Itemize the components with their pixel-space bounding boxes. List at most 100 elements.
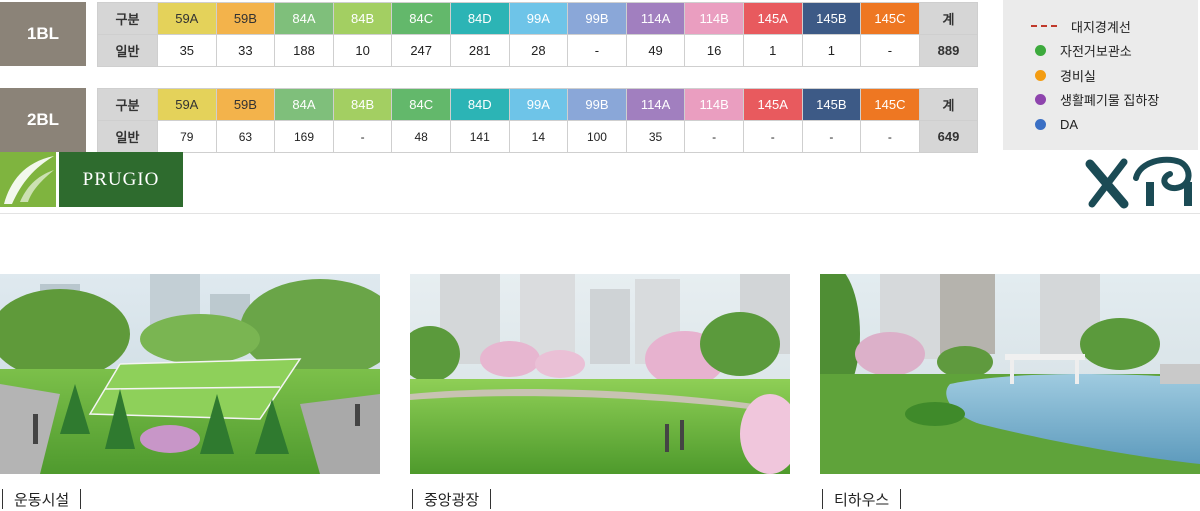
unit-count-cell: 100	[567, 120, 627, 153]
unit-count-cell: 141	[449, 120, 510, 153]
unit-count-cell: 35	[157, 34, 217, 67]
unit-count-cell: 247	[391, 34, 451, 67]
unit-type-cell: 99A	[508, 88, 569, 121]
unit-type-cell: 59A	[157, 2, 217, 35]
unit-table-1bl: 구분 59A 59B 84A 84B 84C 84D 99A 99B 114A 114B 145A 14…	[97, 2, 979, 67]
legend-label: 자전거보관소	[1060, 44, 1132, 60]
unit-type-cell: 84A	[274, 88, 334, 121]
unit-table-2bl: 구분 59A 59B 84A 84B 84C 84D 99A 99B 114A 114B 145A 14…	[97, 88, 979, 153]
total-header-cell: 계	[918, 2, 979, 35]
unit-type-cell: 114A	[625, 88, 686, 121]
caption-divider	[900, 489, 902, 509]
block-label-1bl: 1BL	[0, 2, 86, 66]
boundary-line-icon	[1031, 25, 1057, 28]
unit-count-cell: 79	[157, 120, 217, 153]
sports-facility-image	[0, 274, 380, 474]
caption-central-plaza: 중앙광장	[412, 487, 492, 511]
unit-type-cell: 114A	[625, 2, 686, 35]
unit-count-cell: 1	[742, 34, 803, 67]
unit-count-cell: 169	[274, 120, 334, 153]
unit-count-cell: -	[332, 120, 393, 153]
tea-house-image	[820, 274, 1200, 474]
table-header-row: 구분 59A 59B 84A 84B 84C 84D 99A 99B 114A 114B 145A 14…	[97, 88, 979, 121]
unit-type-cell: 99B	[567, 2, 627, 35]
unit-count-cell: 281	[449, 34, 510, 67]
prugio-leaf-icon	[0, 152, 56, 207]
prugio-wordmark: PRUGIO	[59, 152, 183, 207]
table-row: 일반 35 33 188 10 247 281 28-49 16 1 1-889	[97, 34, 979, 67]
unit-count-cell: 63	[215, 120, 276, 153]
table-row: 일반 79 63 169-48 141 14 100 35- - - -649	[97, 120, 979, 153]
unit-type-cell: 84C	[391, 2, 451, 35]
legend-dot-icon	[1035, 118, 1046, 130]
unit-type-cell: 59A	[157, 88, 217, 121]
caption-divider	[490, 489, 492, 509]
unit-type-cell: 84C	[391, 88, 451, 121]
total-header-cell: 계	[918, 88, 979, 121]
caption-text: 중앙광장	[424, 491, 480, 509]
table-header-cell: 구분	[97, 88, 158, 121]
unit-type-cell: 145C	[860, 2, 920, 35]
unit-count-cell: 14	[508, 120, 569, 153]
legend-dot-icon	[1035, 69, 1046, 81]
unit-count-cell: 49	[625, 34, 686, 67]
unit-count-cell: 33	[215, 34, 276, 67]
table-header-cell: 구분	[97, 2, 158, 35]
legend-label: 생활폐기물 집하장	[1060, 93, 1160, 109]
central-plaza-image	[410, 274, 790, 474]
legend-item: DA	[1035, 112, 1198, 137]
unit-count-cell: -	[684, 120, 744, 153]
unit-count-cell: -	[801, 120, 862, 153]
unit-count-cell: 48	[391, 120, 451, 153]
unit-type-cell: 59B	[215, 2, 276, 35]
legend-item: 자전거보관소	[1035, 39, 1198, 64]
total-value-cell: 649	[918, 120, 979, 153]
unit-type-cell: 114B	[684, 2, 744, 35]
legend-item: 대지경계선	[1031, 14, 1198, 39]
unit-type-cell: 145C	[860, 88, 920, 121]
legend-label: DA	[1060, 116, 1079, 132]
unit-type-cell: 84D	[449, 88, 510, 121]
legend-item: 생활폐기물 집하장	[1035, 88, 1198, 113]
unit-type-cell: 99A	[508, 2, 569, 35]
row-label-cell: 일반	[97, 34, 158, 67]
unit-type-cell: 84B	[332, 88, 393, 121]
caption-tea-house: 티하우스	[822, 487, 902, 511]
unit-count-cell: 10	[332, 34, 393, 67]
unit-type-cell: 99B	[567, 88, 627, 121]
row-label-cell: 일반	[97, 120, 158, 153]
unit-count-cell: 188	[274, 34, 334, 67]
unit-count-cell: -	[860, 34, 920, 67]
unit-count-cell: 35	[625, 120, 686, 153]
unit-type-cell: 84A	[274, 2, 334, 35]
unit-type-cell: 145B	[801, 2, 862, 35]
unit-type-cell: 84D	[449, 2, 510, 35]
caption-sports-facility: 운동시설	[2, 487, 82, 511]
unit-type-cell: 145B	[801, 88, 862, 121]
unit-type-cell: 114B	[684, 88, 744, 121]
legend-label: 대지경계선	[1071, 19, 1131, 35]
unit-count-cell: -	[742, 120, 803, 153]
total-value-cell: 889	[918, 34, 979, 67]
unit-count-cell: 1	[801, 34, 862, 67]
unit-type-cell: 59B	[215, 88, 276, 121]
unit-count-cell: 28	[508, 34, 569, 67]
table-header-row: 구분 59A 59B 84A 84B 84C 84D 99A 99B 114A 114B 145A 14…	[97, 2, 979, 35]
map-legend: 대지경계선자전거보관소경비실생활폐기물 집하장 DA	[1003, 0, 1198, 150]
xi-logo	[1084, 152, 1199, 210]
caption-divider	[80, 489, 82, 509]
legend-dot-icon	[1035, 45, 1046, 57]
prugio-logo: PRUGIO	[0, 152, 183, 207]
unit-type-cell: 145A	[742, 2, 803, 35]
legend-label: 경비실	[1060, 68, 1096, 84]
unit-count-cell: -	[860, 120, 920, 153]
unit-type-cell: 84B	[332, 2, 393, 35]
legend-item: 경비실	[1035, 63, 1198, 88]
unit-type-cell: 145A	[742, 88, 803, 121]
block-label-2bl: 2BL	[0, 88, 86, 152]
unit-count-cell: 16	[684, 34, 744, 67]
caption-text: 운동시설	[14, 491, 70, 509]
legend-dot-icon	[1035, 94, 1046, 106]
section-divider	[0, 213, 1200, 214]
caption-text: 티하우스	[834, 491, 890, 509]
